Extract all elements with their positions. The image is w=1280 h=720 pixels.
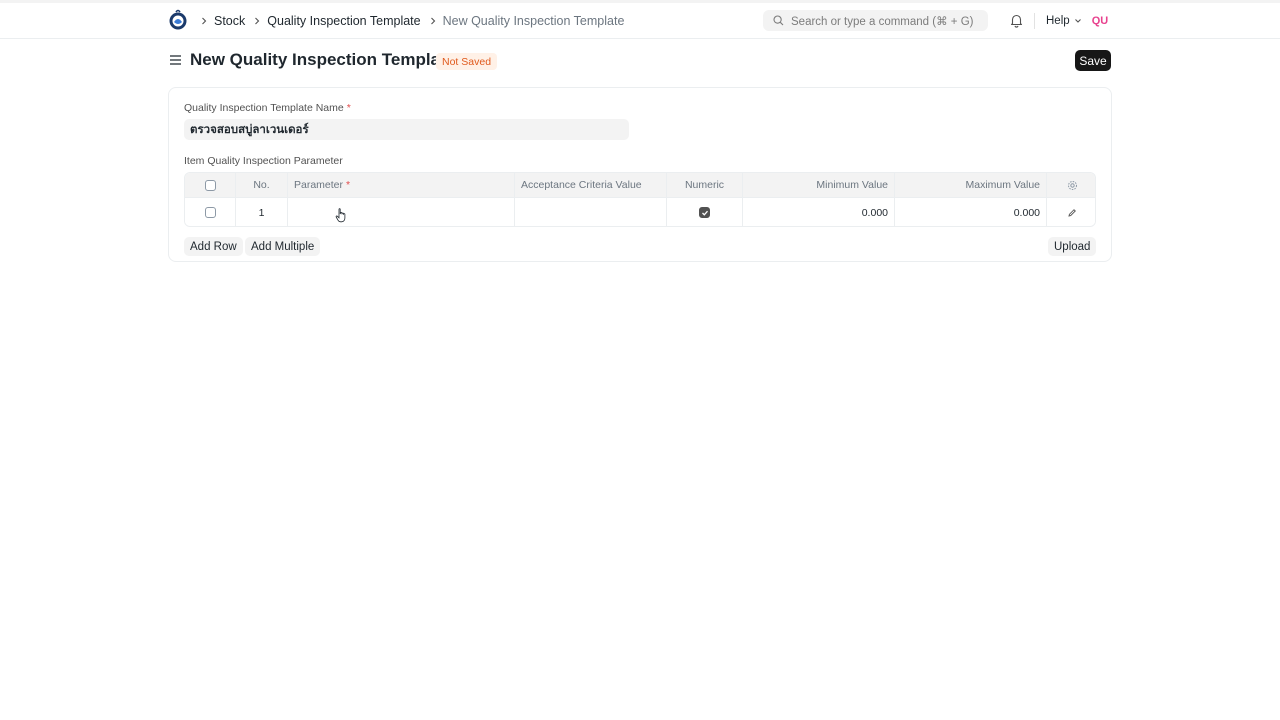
search-icon bbox=[773, 15, 784, 26]
gear-icon[interactable] bbox=[1067, 180, 1078, 191]
navbar: Stock Quality Inspection Template New Qu… bbox=[0, 3, 1280, 39]
column-settings-cell bbox=[1047, 173, 1095, 197]
minimum-value-cell[interactable]: 0.000 bbox=[743, 198, 895, 226]
table-row[interactable]: 1 0.000 0.000 bbox=[185, 198, 1095, 226]
page-header: New Quality Inspection Template Not Save… bbox=[0, 48, 1280, 76]
row-number: 1 bbox=[236, 198, 288, 226]
select-all-cell bbox=[185, 173, 236, 197]
chevron-right-icon bbox=[253, 17, 261, 25]
add-row-button[interactable]: Add Row bbox=[184, 237, 243, 256]
chevron-right-icon bbox=[429, 17, 437, 25]
check-icon bbox=[701, 210, 708, 216]
breadcrumb-current: New Quality Inspection Template bbox=[442, 14, 625, 28]
hand-pointer-cursor-icon bbox=[335, 208, 346, 223]
avatar[interactable]: QU bbox=[1088, 11, 1112, 31]
column-header-parameter: Parameter * bbox=[288, 173, 515, 197]
notification-bell-icon[interactable] bbox=[1009, 13, 1024, 28]
search-bar[interactable]: Search or type a command (⌘ + G) bbox=[763, 10, 988, 31]
chevron-right-icon bbox=[200, 17, 208, 25]
breadcrumb-stock[interactable]: Stock bbox=[214, 14, 245, 28]
hamburger-menu-icon[interactable] bbox=[169, 54, 182, 66]
column-header-numeric: Numeric bbox=[667, 173, 743, 197]
column-header-minimum: Minimum Value bbox=[743, 173, 895, 197]
page-title: New Quality Inspection Template bbox=[190, 50, 456, 69]
chevron-down-icon bbox=[1074, 19, 1081, 23]
select-all-checkbox[interactable] bbox=[204, 179, 216, 191]
status-badge: Not Saved bbox=[436, 53, 498, 70]
required-mark: * bbox=[346, 179, 351, 191]
help-label: Help bbox=[1046, 15, 1070, 27]
parameter-table: No. Parameter * Acceptance Criteria Value… bbox=[184, 172, 1096, 227]
row-select-cell bbox=[185, 198, 236, 226]
acceptance-criteria-cell[interactable] bbox=[515, 198, 667, 226]
parameter-table-label: Item Quality Inspection Parameter bbox=[184, 155, 343, 167]
save-button[interactable]: Save bbox=[1075, 50, 1111, 71]
column-header-acceptance: Acceptance Criteria Value bbox=[515, 173, 667, 197]
help-dropdown[interactable]: Help bbox=[1046, 3, 1082, 39]
column-header-maximum: Maximum Value bbox=[895, 173, 1047, 197]
breadcrumb-quality-inspection-template[interactable]: Quality Inspection Template bbox=[267, 14, 420, 28]
required-mark: * bbox=[346, 102, 351, 114]
navbar-divider bbox=[1034, 13, 1035, 29]
numeric-checkbox[interactable] bbox=[699, 207, 710, 218]
upload-button[interactable]: Upload bbox=[1048, 237, 1097, 256]
template-name-label: Quality Inspection Template Name * bbox=[184, 102, 351, 114]
template-name-field[interactable]: ตรวจสอบสบู่ลาเวนเดอร์ bbox=[184, 119, 629, 140]
template-name-label-text: Quality Inspection Template Name bbox=[184, 102, 344, 114]
numeric-cell bbox=[667, 198, 743, 226]
row-checkbox[interactable] bbox=[204, 207, 216, 218]
column-header-no: No. bbox=[236, 173, 288, 197]
breadcrumb: Stock Quality Inspection Template New Qu… bbox=[196, 3, 624, 39]
maximum-value-cell[interactable]: 0.000 bbox=[895, 198, 1047, 226]
edit-pencil-icon[interactable] bbox=[1067, 208, 1077, 218]
parameter-cell[interactable] bbox=[288, 198, 515, 226]
column-header-parameter-text: Parameter bbox=[294, 179, 344, 191]
add-multiple-button[interactable]: Add Multiple bbox=[245, 237, 321, 256]
table-header-row: No. Parameter * Acceptance Criteria Value… bbox=[185, 173, 1095, 198]
row-edit-cell bbox=[1047, 198, 1095, 226]
search-placeholder: Search or type a command (⌘ + G) bbox=[791, 15, 974, 28]
app-logo-icon[interactable] bbox=[168, 9, 188, 31]
form-card: Quality Inspection Template Name * ตรวจสอ… bbox=[168, 87, 1112, 262]
